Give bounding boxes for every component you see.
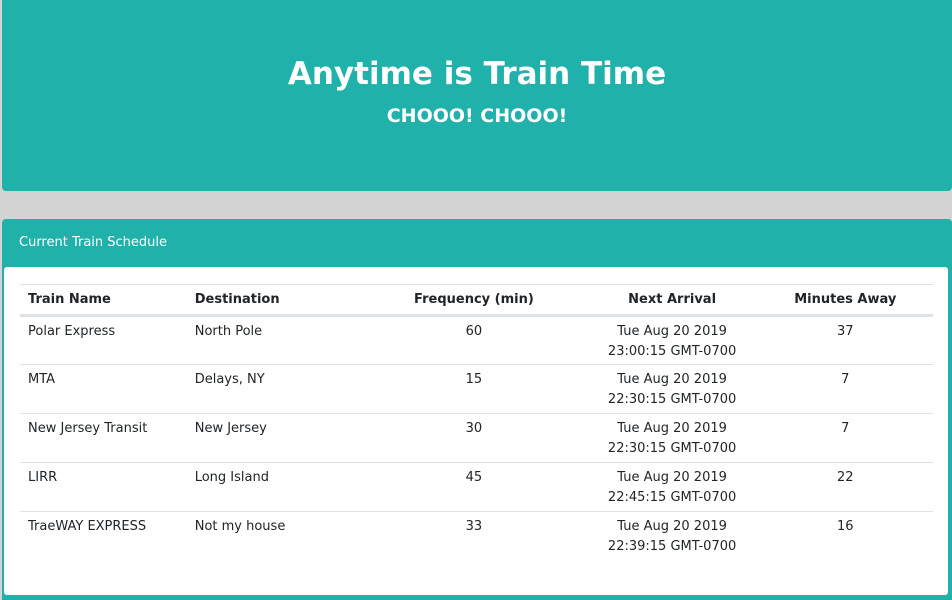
minutes-away-cell: 37 (837, 324, 854, 339)
destination-cell: Delays, NY (186, 364, 362, 414)
minutes-away-cell: 22 (757, 462, 933, 512)
page-subtitle: CHOOO! CHOOO! (386, 105, 568, 127)
next-arrival-cell: Tue Aug 20 2019 22:39:15 GMT-0700 (586, 511, 758, 561)
schedule-card-header: Current Train Schedule (19, 235, 168, 250)
column-header-train-name: Train Name (20, 284, 187, 317)
minutes-away-cell: 16 (757, 511, 933, 561)
table-row: New Jersey Transit New Jersey 30 Tue Aug… (20, 413, 933, 463)
hero-banner: Anytime is Train Time CHOOO! CHOOO! (2, 0, 952, 191)
train-name-cell: TraeWAY EXPRESS (20, 511, 187, 561)
minutes-away-cell: 7 (757, 364, 933, 414)
schedule-card: Current Train Schedule Train Name Destin… (2, 219, 952, 600)
next-arrival-cell: Tue Aug 20 2019 22:30:15 GMT-0700 (586, 413, 758, 463)
table-row: Polar Express North Pole 60 Tue Aug 20 2… (20, 316, 933, 365)
next-arrival-cell: Tue Aug 20 2019 22:45:15 GMT-0700 (586, 462, 758, 512)
frequency-cell: 30 (361, 413, 587, 463)
schedule-card-body: Train Name Destination Frequency (min) N… (4, 267, 948, 595)
page-title: Anytime is Train Time (287, 56, 667, 92)
destination-cell: North Pole (194, 324, 263, 339)
next-arrival-cell: Tue Aug 20 2019 23:00:15 GMT-0700 (607, 324, 737, 359)
train-schedule-table: Train Name Destination Frequency (min) N… (20, 284, 933, 561)
table-row: TraeWAY EXPRESS Not my house 33 Tue Aug … (20, 511, 933, 561)
frequency-cell: 60 (465, 324, 483, 339)
train-name-cell: LIRR (20, 462, 187, 512)
table-header-row: Train Name Destination Frequency (min) N… (20, 284, 933, 317)
train-name-cell: MTA (20, 364, 187, 414)
destination-cell: Long Island (186, 462, 362, 512)
frequency-cell: 45 (361, 462, 587, 512)
frequency-cell: 33 (361, 511, 587, 561)
train-name-cell: Polar Express (28, 324, 116, 339)
destination-cell: Not my house (186, 511, 362, 561)
table-row: MTA Delays, NY 15 Tue Aug 20 2019 22:30:… (20, 364, 933, 414)
destination-cell: New Jersey (186, 413, 362, 463)
column-header-minutes-away: Minutes Away (757, 284, 933, 317)
column-header-frequency: Frequency (min) (361, 284, 587, 317)
column-header-next-arrival: Next Arrival (586, 284, 758, 317)
next-arrival-cell: Tue Aug 20 2019 22:30:15 GMT-0700 (586, 364, 758, 414)
column-header-destination: Destination (186, 284, 362, 317)
frequency-cell: 15 (361, 364, 587, 414)
table-row: LIRR Long Island 45 Tue Aug 20 2019 22:4… (20, 462, 933, 512)
train-name-cell: New Jersey Transit (20, 413, 187, 463)
minutes-away-cell: 7 (757, 413, 933, 463)
